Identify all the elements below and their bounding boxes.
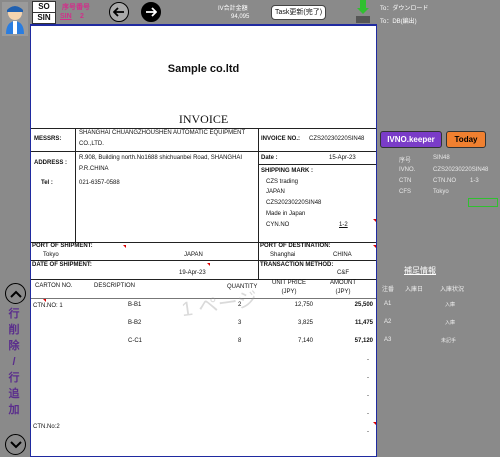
info-label-cfs: CFS — [399, 189, 411, 195]
port-destination-city: Shanghai — [270, 252, 296, 258]
shipping-mark-label: SHIPPING MARK : — [261, 168, 314, 174]
total-label: IV合計金額 — [218, 6, 248, 12]
row-quantity: 3 — [238, 320, 242, 326]
supp-row-note: A2 — [384, 319, 392, 325]
address-value-line2: P.R.CHINA — [79, 166, 109, 172]
empty-amount-dash: - — [367, 429, 369, 435]
info-value-ctn-range: 1-3 — [470, 178, 479, 184]
invoice-title: INVOICE — [178, 112, 229, 126]
supplementary-info-title: 補足情報 — [404, 266, 436, 275]
shipping-mark-ctn-range: 1-2 — [339, 222, 348, 228]
company-name: Sample co.ltd — [167, 63, 240, 75]
date-shipment-label: DATE OF SHIPMENT: — [32, 262, 92, 268]
page-watermark: 1 ページ — [180, 288, 259, 322]
date-shipment-value: 19-Apr-23 — [179, 270, 206, 276]
info-label-ivno: IVNO. — [399, 167, 416, 173]
info-value-cfs: Tokyo — [433, 189, 449, 195]
col-status-header: 入庫状況 — [440, 287, 465, 293]
ivno-keeper-button[interactable]: IVNO.keeper — [380, 131, 442, 148]
total-value: 94,095 — [231, 14, 250, 20]
port-destination-country: CHINA — [333, 252, 352, 258]
shipping-mark-line4: Made in Japan — [266, 211, 306, 217]
row-description: B-B1 — [128, 302, 142, 308]
tel-value: 021-6357-0588 — [79, 180, 120, 186]
back-arrow-button[interactable] — [109, 2, 129, 22]
shipping-mark-line5: CYN.NO — [266, 222, 290, 228]
transaction-method-label: TRANSACTION METHOD: — [260, 262, 334, 268]
user-avatar-icon[interactable] — [2, 2, 28, 36]
row-amount: 57,120 — [354, 338, 373, 344]
download-arrow-icon[interactable] — [355, 0, 371, 24]
header-unit-price-currency: (JPY) — [281, 289, 297, 295]
info-value-ivno: CZS20230220SIN48 — [433, 167, 489, 173]
row-unit-price: 3,825 — [297, 320, 313, 326]
messrs-value-line1: SHANGHAI CHUANGZHOUSHEN AUTOMATIC EQUIPM… — [79, 130, 246, 136]
shipping-mark-line2: JAPAN — [266, 189, 285, 195]
arrow-right-icon — [146, 7, 157, 17]
date-value: 15-Apr-23 — [329, 155, 356, 161]
shipping-mark-line3: CZS20230220SIN48 — [266, 200, 322, 206]
empty-amount-dash: - — [367, 411, 369, 417]
shipping-mark-line1: CZS trading — [266, 179, 299, 185]
forward-arrow-button[interactable] — [141, 2, 161, 22]
transaction-method-value: C&F — [337, 270, 349, 276]
messrs-label: MESSRS: — [34, 136, 62, 142]
tel-label: Tel : — [41, 180, 53, 186]
scroll-up-button[interactable] — [5, 283, 26, 304]
supp-row-note: A3 — [384, 337, 392, 343]
messrs-value-line2: CO.,LTD. — [79, 141, 104, 147]
header-amount: AMOUNT — [330, 280, 356, 286]
invoice-document: Sample co.ltd INVOICE MESSRS: SHANGHAI C… — [30, 24, 377, 457]
row-unit-price: 7,140 — [297, 338, 313, 344]
info-label-ctn: CTN — [399, 178, 412, 184]
address-value-line1: R.908, Building north.No1688 shichuanbei… — [79, 155, 243, 161]
header-unit-price: UNIT PRICE — [272, 280, 306, 286]
supp-row-status: 未記手 — [441, 338, 457, 344]
header-amount-currency: (JPY) — [335, 289, 351, 295]
seq-value: 2 — [80, 13, 84, 20]
carton-no-2: CTN.No:2 — [33, 424, 60, 430]
empty-amount-dash: - — [367, 375, 369, 381]
row-unit-price: 12,750 — [294, 302, 313, 308]
to-download-link[interactable]: To：ダウンロード — [380, 3, 428, 12]
sin-label: SIN — [32, 12, 56, 24]
row-quantity: 8 — [238, 338, 242, 344]
row-description: B-B2 — [128, 320, 142, 326]
seq-label: 序号番号 — [62, 4, 90, 11]
port-destination-label: PORT OF DESTINATION: — [260, 243, 331, 249]
date-label: Date : — [261, 155, 278, 161]
chevron-up-icon — [9, 290, 22, 298]
carton-no-1: CTN.NO: 1 — [33, 303, 63, 309]
today-button[interactable]: Today — [446, 131, 486, 148]
arrow-left-icon — [113, 7, 124, 17]
header-carton-no: CARTON NO. — [35, 283, 73, 289]
info-label-seq: 序号 — [399, 158, 412, 164]
to-db-link[interactable]: To：DB(編出) — [380, 16, 417, 25]
sin-value: SIN — [60, 13, 72, 20]
task-update-button[interactable]: Task更新(完了) — [271, 5, 326, 20]
row-amount: 11,475 — [354, 320, 373, 326]
info-value-seq: SIN48 — [433, 155, 450, 161]
cfs-input[interactable] — [468, 198, 498, 207]
supp-row-status: 入庫 — [445, 320, 456, 326]
empty-amount-dash: - — [367, 393, 369, 399]
col-in-date-header: 入庫日 — [405, 287, 424, 293]
port-shipment-city: Tokyo — [43, 252, 59, 258]
header-description: DESCRIPTION — [94, 283, 136, 289]
scroll-down-button[interactable] — [5, 434, 26, 455]
supp-row-note: A1 — [384, 301, 392, 307]
supp-row-status: 入庫 — [445, 302, 456, 308]
row-edit-vertical-label[interactable]: 行 削 除 / 行 追 加 — [8, 306, 20, 418]
empty-amount-dash: - — [367, 357, 369, 363]
info-value-ctn: CTN.NO — [433, 178, 456, 184]
chevron-down-icon — [9, 440, 22, 448]
address-label: ADDRESS : — [34, 160, 68, 166]
invoice-no-label: INVOICE NO.: — [261, 136, 301, 142]
row-description: C-C1 — [128, 338, 143, 344]
col-note-header: 注番 — [382, 287, 395, 293]
port-shipment-country: JAPAN — [184, 252, 203, 258]
port-shipment-label: PORT OF SHIPMENT: — [32, 243, 93, 249]
row-amount: 25,500 — [354, 302, 373, 308]
invoice-no-value: CZS20230220SIN48 — [309, 136, 365, 142]
